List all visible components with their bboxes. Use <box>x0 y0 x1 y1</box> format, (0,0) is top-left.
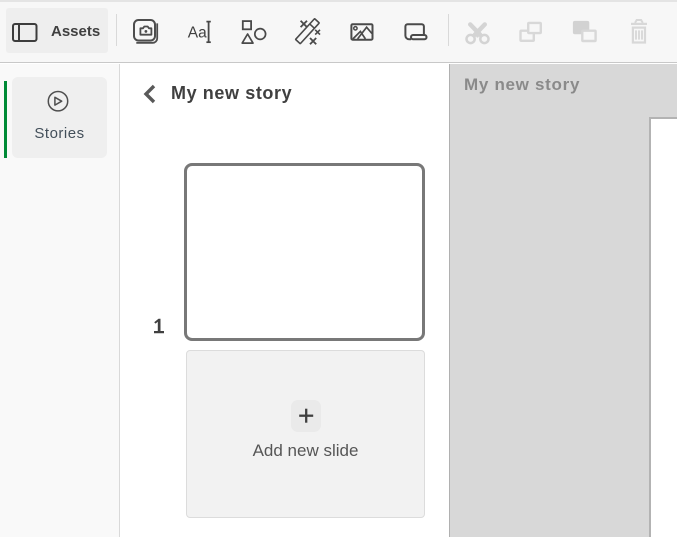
svg-text:Aa: Aa <box>188 24 207 41</box>
